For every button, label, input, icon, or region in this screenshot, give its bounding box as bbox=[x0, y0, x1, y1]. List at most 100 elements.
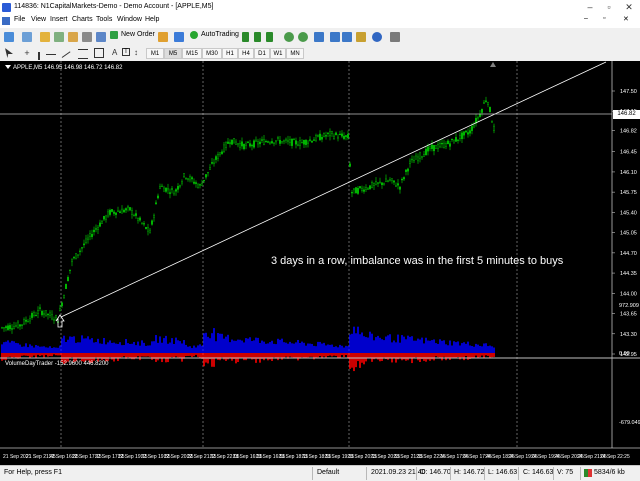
buy-volume-bar bbox=[419, 339, 421, 353]
chart-menu-icon[interactable] bbox=[5, 65, 11, 69]
templates-icon[interactable] bbox=[390, 32, 400, 42]
candle-body bbox=[281, 141, 283, 144]
timeframe-m15[interactable]: M15 bbox=[182, 48, 202, 59]
tile-windows-icon[interactable] bbox=[314, 32, 324, 42]
channel-icon[interactable] bbox=[78, 49, 88, 59]
text-label-icon[interactable]: T bbox=[122, 48, 130, 56]
candle-body bbox=[383, 183, 385, 185]
candle-body bbox=[9, 325, 11, 330]
timeframe-m5[interactable]: M5 bbox=[164, 48, 182, 59]
indicators-icon[interactable] bbox=[356, 32, 366, 42]
sell-volume-bar bbox=[285, 353, 287, 357]
child-restore-button[interactable]: ▫ bbox=[603, 15, 605, 22]
sell-volume-bar bbox=[267, 353, 269, 361]
child-close-button[interactable]: ✕ bbox=[623, 15, 629, 23]
line-chart-icon[interactable] bbox=[266, 32, 273, 42]
vertical-line-icon[interactable] bbox=[38, 52, 40, 60]
candle-body bbox=[249, 143, 251, 147]
text-icon[interactable]: A bbox=[112, 48, 117, 57]
chart-window[interactable]: 147.50147.15146.82146.45146.10145.75145.… bbox=[0, 61, 640, 465]
zoom-out-icon[interactable] bbox=[298, 32, 308, 42]
child-minimize-button[interactable]: – bbox=[584, 15, 588, 22]
sell-volume-bar bbox=[245, 353, 247, 361]
strategy-tester-icon[interactable] bbox=[96, 32, 106, 42]
menu-help[interactable]: Help bbox=[145, 16, 159, 23]
candle-body bbox=[465, 130, 467, 133]
metaeditor-icon[interactable] bbox=[158, 32, 168, 42]
fibonacci-icon[interactable] bbox=[94, 48, 104, 58]
buy-volume-bar bbox=[465, 343, 467, 353]
candle-body bbox=[355, 187, 357, 194]
new-chart-icon[interactable] bbox=[4, 32, 14, 42]
timeframe-m1[interactable]: M1 bbox=[146, 48, 164, 59]
trendline-icon[interactable] bbox=[61, 51, 71, 58]
terminal-icon[interactable] bbox=[82, 32, 92, 42]
buy-volume-bar bbox=[343, 347, 345, 353]
chart-annotation[interactable]: 3 days in a row, imbalance was in the fi… bbox=[271, 255, 563, 267]
sell-volume-bar bbox=[363, 353, 365, 365]
timeframe-w1[interactable]: W1 bbox=[270, 48, 286, 59]
horizontal-line-icon[interactable] bbox=[46, 54, 56, 55]
candle-body bbox=[173, 192, 175, 196]
sell-volume-bar bbox=[87, 353, 89, 361]
minimize-button[interactable]: – bbox=[583, 1, 597, 13]
maximize-button[interactable]: ▫ bbox=[602, 1, 616, 13]
buy-volume-bar bbox=[433, 339, 435, 353]
sell-volume-bar bbox=[377, 353, 379, 360]
bar-chart-icon[interactable] bbox=[242, 32, 249, 42]
chart-shift-icon[interactable] bbox=[342, 32, 352, 42]
candle-body bbox=[13, 326, 15, 329]
menu-insert[interactable]: Insert bbox=[50, 16, 68, 23]
arrows-icon[interactable]: ↕ bbox=[134, 48, 144, 58]
timeframe-h1[interactable]: H1 bbox=[222, 48, 238, 59]
zoom-in-icon[interactable] bbox=[284, 32, 294, 42]
candle-body bbox=[181, 181, 183, 184]
autoscroll-icon[interactable] bbox=[330, 32, 340, 42]
candle-body bbox=[1, 327, 3, 329]
crosshair-icon[interactable]: + bbox=[22, 48, 32, 58]
buy-volume-bar bbox=[169, 342, 171, 353]
sell-volume-bar bbox=[195, 353, 197, 355]
profiles-icon[interactable] bbox=[22, 32, 32, 42]
timeframe-d1[interactable]: D1 bbox=[254, 48, 270, 59]
navigator-icon[interactable] bbox=[68, 32, 78, 42]
candle-body bbox=[187, 178, 189, 181]
buy-volume-bar bbox=[281, 338, 283, 353]
buy-volume-bar bbox=[387, 335, 389, 353]
sell-volume-bar bbox=[483, 353, 485, 358]
timeframe-mn[interactable]: MN bbox=[286, 48, 304, 59]
sell-volume-bar bbox=[191, 353, 193, 358]
candle-body bbox=[353, 188, 355, 191]
candle-body bbox=[323, 132, 325, 137]
menu-tools[interactable]: Tools bbox=[96, 16, 112, 23]
trendline[interactable] bbox=[60, 61, 607, 318]
buy-volume-bar bbox=[277, 338, 279, 353]
menu-charts[interactable]: Charts bbox=[72, 16, 93, 23]
sell-volume-bar bbox=[325, 353, 327, 358]
autotrading-button[interactable]: AutoTrading bbox=[188, 31, 239, 42]
price-label: 145.05 bbox=[620, 231, 637, 237]
sell-volume-bar bbox=[9, 353, 11, 357]
close-button[interactable]: ✕ bbox=[622, 1, 636, 13]
candlestick-icon[interactable] bbox=[254, 32, 261, 42]
sell-volume-bar bbox=[479, 353, 481, 358]
sell-volume-bar bbox=[59, 353, 61, 356]
cursor-icon[interactable] bbox=[5, 48, 13, 58]
menu-window[interactable]: Window bbox=[117, 16, 142, 23]
sell-volume-bar bbox=[147, 353, 149, 357]
timeframe-m30[interactable]: M30 bbox=[202, 48, 222, 59]
buy-volume-bar bbox=[329, 344, 331, 353]
buy-volume-bar bbox=[201, 345, 203, 353]
status-profile[interactable]: Default bbox=[317, 469, 339, 476]
menu-file[interactable]: File bbox=[14, 16, 25, 23]
periods-icon[interactable] bbox=[372, 32, 382, 42]
sell-volume-bar bbox=[163, 353, 165, 358]
data-window-icon[interactable] bbox=[54, 32, 64, 42]
options-icon[interactable] bbox=[174, 32, 184, 42]
new-order-button[interactable]: New Order bbox=[110, 31, 155, 42]
buy-volume-bar bbox=[143, 342, 145, 353]
timeframe-h4[interactable]: H4 bbox=[238, 48, 254, 59]
menu-view[interactable]: View bbox=[31, 16, 46, 23]
buy-volume-bar bbox=[347, 346, 349, 353]
market-watch-icon[interactable] bbox=[40, 32, 50, 42]
